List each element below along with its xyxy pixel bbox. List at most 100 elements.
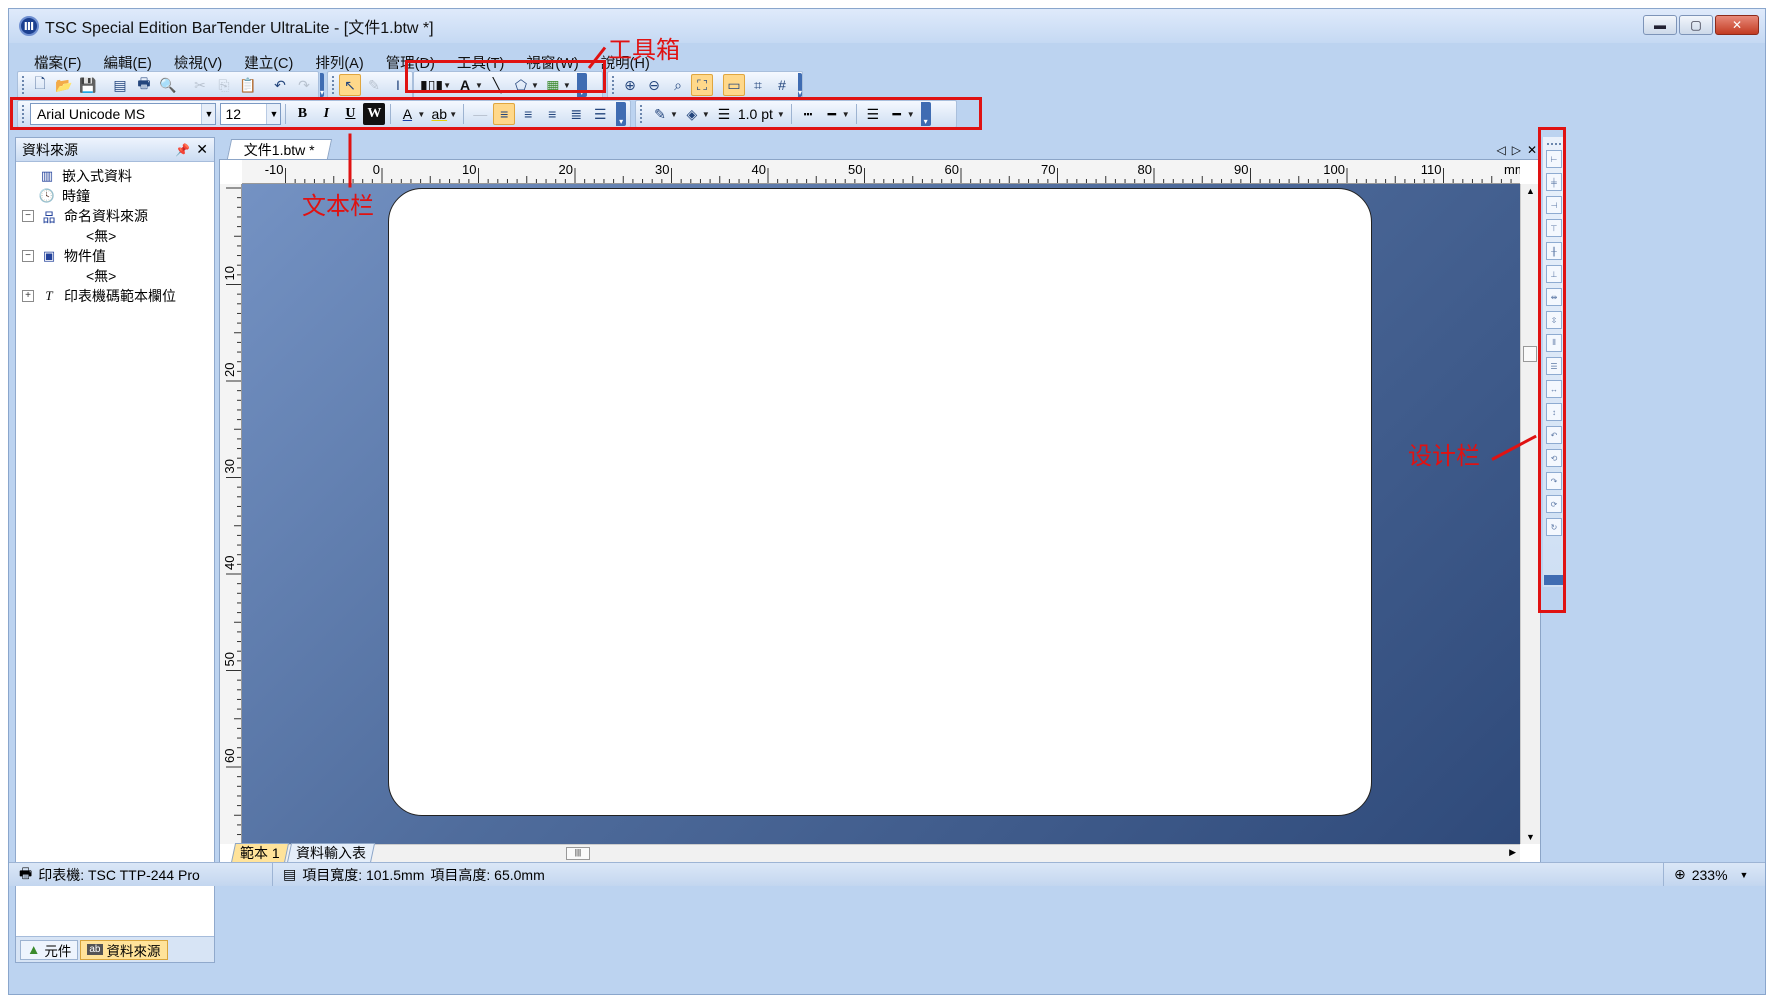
zoom-out-icon[interactable]: ⊖ — [643, 74, 665, 96]
tab-close-icon[interactable]: ✕ — [1527, 143, 1537, 157]
redo-icon[interactable]: ↷ — [293, 74, 315, 96]
menu-view[interactable]: 檢視(V) — [163, 52, 233, 73]
scroll-right-icon[interactable]: ▶ — [1509, 847, 1516, 858]
expand-icon[interactable]: + — [22, 290, 34, 302]
toolbar-grip[interactable] — [332, 76, 334, 94]
ruler-label: 10 — [222, 266, 237, 280]
sheet-tab-label: 範本 1 — [240, 845, 280, 861]
design-canvas[interactable] — [242, 184, 1520, 844]
print-icon[interactable]: 🖶 — [133, 74, 155, 96]
sheet-tab-label: 資料輸入表 — [295, 845, 366, 861]
tree-item-label: 時鐘 — [62, 188, 90, 204]
close-button[interactable]: ✕ — [1715, 15, 1759, 35]
tab-components[interactable]: ▲ 元件 — [20, 939, 79, 960]
print-preview-icon[interactable]: 🔍 — [157, 74, 179, 96]
page-setup-icon[interactable]: ▤ — [109, 74, 131, 96]
new-file-icon[interactable]: 🗋 — [29, 74, 51, 96]
tree-item-printer-code-fields[interactable]: + T 印表機碼範本欄位 — [16, 286, 214, 306]
status-printer[interactable]: 🖶 印表機: TSC TTP-244 Pro — [9, 863, 273, 886]
ruler-label: 0 — [373, 162, 380, 177]
textbar-highlight — [10, 97, 982, 130]
tree-item-named-sources[interactable]: − 品 命名資料來源 — [16, 206, 214, 226]
ruler-label: 40 — [222, 556, 237, 570]
standard-toolbar: 🗋 📂 💾 ▤ 🖶 🔍 ✂ ⎘ 📋 ↶ ↷ ▾ — [17, 71, 325, 99]
zoom-fit-icon[interactable]: ⛶ — [691, 74, 713, 96]
tree-item-label: 印表機碼範本欄位 — [64, 288, 176, 304]
tree-item-object-values[interactable]: − ▣ 物件值 — [16, 246, 214, 266]
tree-item-none[interactable]: <無> — [16, 266, 214, 286]
tree-item-none[interactable]: <無> — [16, 226, 214, 246]
tab-prev-icon[interactable]: ◁ — [1496, 143, 1505, 157]
template-field-icon: T — [45, 288, 53, 303]
save-icon[interactable]: 💾 — [77, 74, 99, 96]
tab-document[interactable]: 文件1.btw * — [226, 139, 332, 159]
ruler-label: 40 — [752, 162, 766, 177]
zoom-in-icon[interactable]: ⊕ — [619, 74, 641, 96]
collapse-icon[interactable]: − — [22, 210, 34, 222]
textbar-annotation: 文本栏 — [302, 192, 374, 220]
pin-icon[interactable]: 📌 — [175, 143, 190, 157]
item-width-text: 項目寬度: 101.5mm — [302, 866, 425, 883]
toolbar-grip[interactable] — [612, 76, 614, 94]
tree-item-label: 物件值 — [64, 248, 106, 264]
tab-next-icon[interactable]: ▷ — [1512, 143, 1521, 157]
menu-create[interactable]: 建立(C) — [233, 52, 304, 73]
ruler-label: 60 — [222, 749, 237, 763]
cut-icon[interactable]: ✂ — [189, 74, 211, 96]
paste-icon[interactable]: 📋 — [237, 74, 259, 96]
toolbar-grip[interactable] — [22, 76, 24, 94]
printer-text: 印表機: TSC TTP-244 Pro — [38, 866, 200, 883]
scroll-thumb[interactable] — [1523, 346, 1537, 362]
title-bar: Ⅲ TSC Special Edition BarTender UltraLit… — [9, 9, 1765, 43]
ruler-label: 10 — [462, 162, 476, 177]
tab-controls: ◁ ▷ ✕ — [1496, 143, 1541, 159]
menu-edit[interactable]: 編輯(E) — [93, 52, 163, 73]
scroll-down-icon[interactable]: ▼ — [1526, 832, 1535, 842]
select-arrow-icon[interactable]: ↖ — [339, 74, 361, 96]
menu-arrange[interactable]: 排列(A) — [304, 52, 374, 73]
snap-icon[interactable]: ⌗ — [747, 74, 769, 96]
tree-item-label: <無> — [86, 268, 117, 284]
document-tab-bar: 文件1.btw * ◁ ▷ ✕ — [219, 137, 1541, 159]
tree-item-clock[interactable]: 🕓 時鐘 — [16, 186, 214, 206]
open-folder-icon[interactable]: 📂 — [53, 74, 75, 96]
zoom-area-icon[interactable]: ⌕ — [667, 74, 689, 96]
tree-item-embedded-data[interactable]: ▥ 嵌入式資料 — [16, 166, 214, 186]
document-tab-label: 文件1.btw * — [243, 141, 315, 158]
ruler-label: 70 — [1041, 162, 1055, 177]
grid-icon[interactable]: # — [771, 74, 793, 96]
tab-label: 元件 — [44, 943, 72, 959]
dimensions-icon: ▤ — [283, 866, 297, 882]
data-source-tree: ▥ 嵌入式資料 🕓 時鐘 − 品 命名資料來源 <無> − ▣ 物件值 <無> — [16, 162, 214, 306]
clock-icon: 🕓 — [38, 188, 56, 203]
menu-file[interactable]: 檔案(F) — [23, 52, 93, 73]
scroll-thumb-h[interactable]: ||| — [566, 847, 590, 860]
tab-data-sources[interactable]: ab 資料來源 — [80, 939, 168, 960]
horizontal-scrollbar[interactable]: ◀ ||| ▶ — [242, 844, 1520, 862]
horizontal-ruler-ticks: -10 0 10 20 30 40 50 60 70 80 90 100 110 mm — [265, 162, 1520, 183]
label-template[interactable] — [388, 188, 1372, 816]
undo-icon[interactable]: ↶ — [269, 74, 291, 96]
collapse-icon[interactable]: − — [22, 250, 34, 262]
data-source-panel: 資料來源 📌 ✕ ▥ 嵌入式資料 🕓 時鐘 − 品 命名資料來源 <無> − ▣… — [15, 137, 215, 963]
ruler-label: 110 — [1421, 162, 1442, 177]
toolbar-options-icon[interactable]: ▾ — [320, 73, 325, 97]
maximize-button[interactable]: ▢ — [1679, 15, 1713, 35]
minimize-button[interactable]: ▬ — [1643, 15, 1677, 35]
tab-data-entry-form[interactable]: 資料輸入表 — [286, 843, 375, 863]
rulers-icon[interactable]: ▭ — [723, 74, 745, 96]
pick-tool-icon[interactable]: ✎ — [363, 74, 385, 96]
vertical-ruler-ticks: 10 20 30 40 50 60 — [222, 187, 241, 844]
panel-close-icon[interactable]: ✕ — [196, 141, 208, 158]
ruler-label: 80 — [1138, 162, 1152, 177]
panel-title: 資料來源 — [22, 141, 78, 158]
tab-template-1[interactable]: 範本 1 — [230, 843, 289, 863]
status-zoom[interactable]: ⊕ 233% ▼ — [1663, 863, 1765, 886]
chevron-down-icon[interactable]: ▼ — [1740, 870, 1749, 880]
vertical-scrollbar[interactable]: ▲ ▼ — [1520, 184, 1540, 844]
ruler-label: 90 — [1234, 162, 1248, 177]
ruler-label: 20 — [222, 363, 237, 377]
ruler-unit-label: mm — [1504, 162, 1520, 177]
toolbar-options-icon[interactable]: ▾ — [798, 73, 803, 97]
copy-icon[interactable]: ⎘ — [213, 74, 235, 96]
